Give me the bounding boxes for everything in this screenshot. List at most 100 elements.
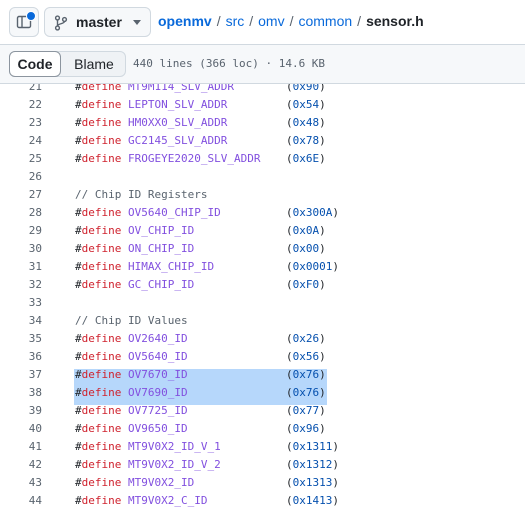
line-number[interactable]: 33 — [0, 294, 42, 312]
paren: ( — [286, 440, 293, 453]
line-number[interactable]: 32 — [0, 276, 42, 294]
breadcrumb-separator: / — [216, 13, 221, 29]
macro-name: OV7670_ID — [128, 368, 188, 381]
code-text: #define OV5640_ID — [75, 348, 188, 366]
code-text: #define OV9650_ID — [75, 420, 188, 438]
preprocessor-keyword: define — [81, 206, 122, 219]
preprocessor-hash: # — [75, 134, 82, 147]
preprocessor-keyword: define — [81, 134, 122, 147]
line-number[interactable]: 31 — [0, 258, 42, 276]
code-line: 34 // Chip ID Values — [0, 312, 525, 330]
hex-literal: 0x78 — [292, 134, 320, 147]
macro-name: OV5640_ID — [128, 350, 188, 363]
paren: ) — [319, 332, 326, 345]
code-line: 43 #define MT9V0X2_ID (0x1313) — [0, 474, 525, 492]
line-number[interactable]: 39 — [0, 402, 42, 420]
hex-literal: 0x1311 — [292, 440, 333, 453]
preprocessor-hash: # — [75, 152, 82, 165]
hex-literal: 0x1313 — [292, 476, 333, 489]
line-number[interactable]: 30 — [0, 240, 42, 258]
preprocessor-keyword: define — [81, 368, 122, 381]
preprocessor-hash: # — [75, 260, 82, 273]
line-number[interactable]: 36 — [0, 348, 42, 366]
line-number[interactable]: 24 — [0, 132, 42, 150]
code-line: 21 #define MT9M114_SLV_ADDR (0x90) — [0, 84, 525, 96]
breadcrumb-repo-link[interactable]: openmv — [158, 13, 212, 29]
code-line: 42 #define MT9V0X2_ID_V_2 (0x1312) — [0, 456, 525, 474]
macro-name: OV_CHIP_ID — [128, 224, 195, 237]
preprocessor-hash: # — [75, 224, 82, 237]
line-number[interactable]: 34 — [0, 312, 42, 330]
macro-value: (0x0001) — [286, 258, 339, 276]
line-number[interactable]: 28 — [0, 204, 42, 222]
line-number[interactable]: 21 — [0, 84, 42, 96]
preprocessor-keyword: define — [81, 476, 122, 489]
code-text: #define OV_CHIP_ID — [75, 222, 194, 240]
breadcrumb-src-link[interactable]: src — [226, 13, 245, 29]
paren: ( — [286, 458, 293, 471]
line-number[interactable]: 26 — [0, 168, 42, 186]
line-number[interactable]: 40 — [0, 420, 42, 438]
code-text: #define GC_CHIP_ID — [75, 276, 194, 294]
code-line: 35 #define OV2640_ID (0x26) — [0, 330, 525, 348]
branch-selector-button[interactable]: master — [44, 7, 151, 37]
hex-literal: 0x56 — [292, 350, 320, 363]
macro-value: (0x0A) — [286, 222, 326, 240]
macro-name: HM0XX0_SLV_ADDR — [128, 116, 228, 129]
macro-value: (0x54) — [286, 96, 326, 114]
macro-value: (0x1312) — [286, 456, 339, 474]
preprocessor-keyword: define — [81, 440, 122, 453]
paren: ( — [286, 242, 293, 255]
paren: ) — [319, 242, 326, 255]
macro-name: MT9V0X2_ID_V_1 — [128, 440, 221, 453]
preprocessor-keyword: define — [81, 350, 122, 363]
code-line: 23 #define HM0XX0_SLV_ADDR (0x48) — [0, 114, 525, 132]
code-text: #define ON_CHIP_ID — [75, 240, 194, 258]
paren: ) — [332, 260, 339, 273]
code-view[interactable]: 21 #define MT9M114_SLV_ADDR (0x90) 22 #defin… — [0, 84, 525, 513]
paren: ( — [286, 350, 293, 363]
line-number[interactable]: 23 — [0, 114, 42, 132]
line-number[interactable]: 35 — [0, 330, 42, 348]
hex-literal: 0x300A — [292, 206, 333, 219]
notification-dot — [26, 11, 36, 21]
paren: ) — [319, 134, 326, 147]
tab-code[interactable]: Code — [9, 51, 61, 77]
macro-name: OV2640_ID — [128, 332, 188, 345]
code-line: 22 #define LEPTON_SLV_ADDR (0x54) — [0, 96, 525, 114]
code-line: 40 #define OV9650_ID (0x96) — [0, 420, 525, 438]
code-text: #define HIMAX_CHIP_ID — [75, 258, 214, 276]
macro-value: (0x56) — [286, 348, 326, 366]
code-text: #define OV7725_ID — [75, 402, 188, 420]
line-number[interactable]: 43 — [0, 474, 42, 492]
line-number[interactable]: 42 — [0, 456, 42, 474]
line-number[interactable]: 29 — [0, 222, 42, 240]
line-number[interactable]: 38 — [0, 384, 42, 402]
line-number[interactable]: 25 — [0, 150, 42, 168]
tab-blame[interactable]: Blame — [62, 52, 126, 76]
line-number[interactable]: 44 — [0, 492, 42, 510]
macro-value: (0x48) — [286, 114, 326, 132]
macro-value: (0x26) — [286, 330, 326, 348]
line-number[interactable]: 41 — [0, 438, 42, 456]
line-number[interactable]: 37 — [0, 366, 42, 384]
paren: ( — [286, 494, 293, 507]
paren: ) — [319, 98, 326, 111]
paren: ) — [319, 152, 326, 165]
breadcrumb-omv-link[interactable]: omv — [258, 13, 284, 29]
macro-name: OV7725_ID — [128, 404, 188, 417]
preprocessor-hash: # — [75, 440, 82, 453]
macro-value: (0x1313) — [286, 474, 339, 492]
breadcrumb-common-link[interactable]: common — [298, 13, 352, 29]
line-number[interactable]: 22 — [0, 96, 42, 114]
paren: ) — [319, 84, 326, 93]
macro-value: (0x00) — [286, 240, 326, 258]
line-number[interactable]: 27 — [0, 186, 42, 204]
paren: ( — [286, 260, 293, 273]
